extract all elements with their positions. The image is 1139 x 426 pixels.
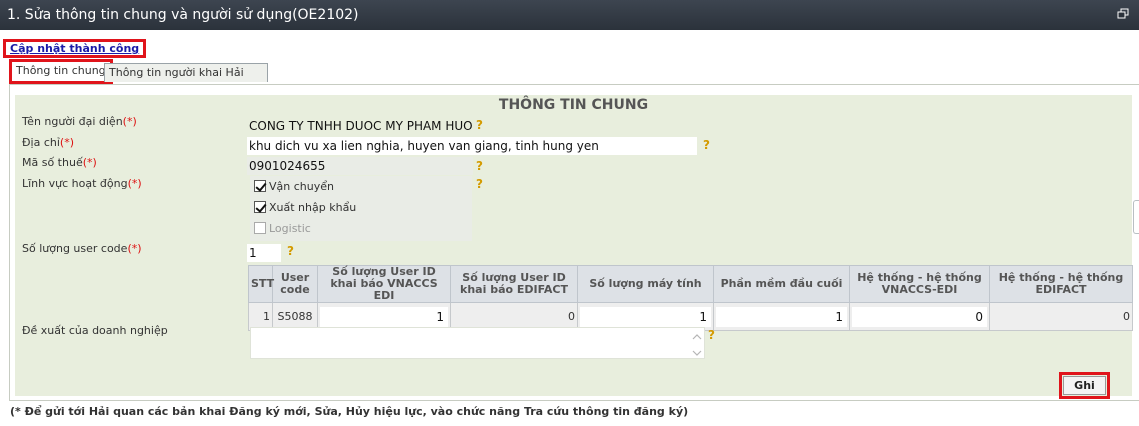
col-header-sys-vnaccs: Hệ thống - hệ thống VNACCS-EDI xyxy=(849,265,990,303)
window-titlebar: 1. Sửa thông tin chung và người sử dụng(… xyxy=(0,0,1139,30)
edifact-value: 0 xyxy=(568,310,575,323)
activity-fields-label: Lĩnh vực hoạt động(*) xyxy=(22,177,142,190)
scrollbar-stub[interactable] xyxy=(1133,200,1139,234)
user-code-table: STT User code Số lượng User ID khai báo … xyxy=(248,265,1133,331)
address-field[interactable]: khu dich vu xa lien nghia, huyen van gia… xyxy=(247,137,697,155)
proposal-textarea[interactable] xyxy=(250,327,705,359)
activity-fields-help-icon[interactable]: ? xyxy=(476,177,483,191)
table-header-row: STT User code Số lượng User ID khai báo … xyxy=(248,265,1133,303)
required-mark: (*) xyxy=(127,242,142,255)
restore-window-icon[interactable] xyxy=(1117,8,1129,20)
checkbox-import-export[interactable]: Xuất nhập khẩu xyxy=(254,201,356,217)
tax-code-field: 0901024655 xyxy=(247,157,473,175)
textarea-scroll-arrows-icon[interactable] xyxy=(692,331,702,359)
address-help-icon[interactable]: ? xyxy=(703,138,710,152)
checkbox-unchecked-icon xyxy=(254,222,266,234)
representative-label: Tên người đại diện(*) xyxy=(22,115,137,128)
cell-sys-vnaccs: 0 xyxy=(849,302,990,331)
required-mark: (*) xyxy=(122,115,137,128)
success-message: Cập nhật thành công xyxy=(3,39,147,58)
col-header-user-code: User code xyxy=(272,265,318,303)
sys-edifact-value: 0 xyxy=(1123,310,1130,323)
required-mark: (*) xyxy=(127,177,142,190)
col-header-stt: STT xyxy=(248,265,274,303)
user-code-count-help-icon[interactable]: ? xyxy=(287,244,294,258)
tab-customs-declarant-info[interactable]: Thông tin người khai Hải quan xyxy=(104,63,268,96)
representative-field[interactable]: CONG TY TNHH DUOC MY PHAM HUONG TRAM xyxy=(247,117,473,135)
required-mark: (*) xyxy=(59,136,74,149)
tab-general-info[interactable]: Thông tin chung xyxy=(9,59,113,84)
general-info-panel: THÔNG TIN CHUNG Tên người đại diện(*) CO… xyxy=(15,95,1133,396)
col-header-sys-edifact: Hệ thống - hệ thống EDIFACT xyxy=(989,265,1133,303)
window-title: 1. Sửa thông tin chung và người sử dụng(… xyxy=(7,7,359,23)
address-label: Địa chỉ(*) xyxy=(22,136,74,149)
checkbox-logistic: Logistic xyxy=(254,222,311,238)
tax-code-help-icon[interactable]: ? xyxy=(476,159,483,173)
tax-code-label: Mã số thuế(*) xyxy=(22,156,97,169)
col-header-edifact: Số lượng User ID khai báo EDIFACT xyxy=(450,265,578,303)
checkbox-transport[interactable]: Vận chuyển xyxy=(254,180,334,196)
checkbox-checked-icon[interactable] xyxy=(254,201,266,213)
footer-note: (* Để gửi tới Hải quan các bản khai Đăng… xyxy=(10,405,689,418)
col-header-terminal-software: Phần mềm đầu cuối xyxy=(713,265,850,303)
save-button-highlight: Ghi xyxy=(1059,372,1110,399)
computers-input[interactable]: 1 xyxy=(580,306,711,327)
required-mark: (*) xyxy=(82,156,97,169)
representative-help-icon[interactable]: ? xyxy=(476,118,483,132)
user-code-count-label: Số lượng user code(*) xyxy=(22,242,142,255)
col-header-vnaccs-edi: Số lượng User ID khai báo VNACCS EDI xyxy=(317,265,451,303)
save-button[interactable]: Ghi xyxy=(1063,376,1106,395)
cell-sys-edifact: 0 xyxy=(989,302,1133,331)
checkbox-checked-icon[interactable] xyxy=(254,180,266,192)
section-title: THÔNG TIN CHUNG xyxy=(498,97,649,113)
col-header-computers: Số lượng máy tính xyxy=(577,265,714,303)
cell-terminal-software: 1 xyxy=(713,302,850,331)
proposal-label: Đề xuất của doanh nghiệp xyxy=(22,324,168,337)
terminal-software-input[interactable]: 1 xyxy=(716,306,847,327)
user-code-count-field[interactable]: 1 xyxy=(247,244,281,262)
proposal-help-icon[interactable]: ? xyxy=(708,328,715,342)
vnaccs-edi-input[interactable]: 1 xyxy=(320,306,448,327)
sys-vnaccs-input[interactable]: 0 xyxy=(852,306,987,327)
activity-fields-group: Vận chuyển Xuất nhập khẩu Logistic xyxy=(250,176,472,241)
